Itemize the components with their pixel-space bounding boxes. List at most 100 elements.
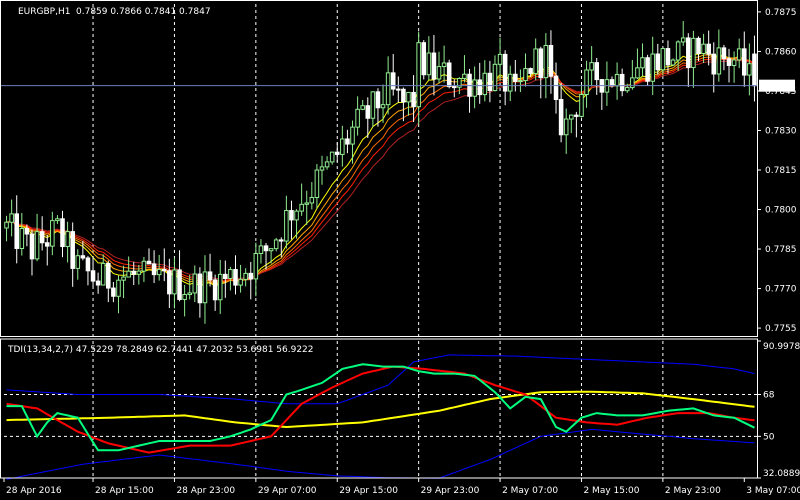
candle-body: [258, 245, 264, 255]
candle-body: [533, 48, 538, 74]
indicator-tick-label: 68: [763, 390, 775, 400]
candle-body: [584, 69, 589, 96]
price-tick-label: 0.7860: [765, 47, 797, 57]
candle-body: [589, 62, 594, 71]
candle-body: [304, 202, 310, 205]
candle-body: [39, 231, 45, 244]
time-tick-label: 28 Apr 23:00: [176, 486, 235, 496]
candle-body: [426, 52, 432, 76]
candle-body: [223, 273, 228, 279]
candle-body: [436, 66, 442, 80]
candle-body: [472, 79, 477, 97]
candle-body: [90, 270, 96, 282]
candle-body: [324, 161, 330, 168]
candle-body: [711, 53, 717, 75]
candle-body: [151, 263, 157, 276]
price-tick-label: 0.7875: [765, 8, 797, 18]
candle-body: [614, 73, 620, 87]
candle-body: [24, 228, 30, 235]
time-tick-label: 2 May 15:00: [583, 486, 639, 496]
candle-body: [136, 270, 142, 275]
candle-body: [477, 79, 482, 96]
candle-body: [747, 63, 752, 76]
price-tick-label: 0.7755: [765, 324, 797, 334]
candle-body: [329, 151, 335, 163]
candle-body: [660, 48, 666, 71]
candle-body: [594, 62, 600, 81]
candle-body: [574, 114, 579, 117]
candle-body: [238, 278, 243, 286]
price-tick-label: 0.7770: [765, 285, 797, 295]
candle-body: [446, 62, 452, 88]
candle-body: [243, 272, 248, 280]
candle-body: [156, 268, 162, 276]
indicator-tick-label: 50: [763, 432, 775, 442]
candle-body: [248, 272, 254, 280]
candle-body: [451, 86, 457, 89]
price-tick-label: 0.7800: [765, 206, 797, 216]
candle-body: [340, 138, 345, 155]
candle-body: [192, 273, 198, 294]
indicator-tick-label: 90.9978: [763, 342, 800, 352]
candle-body: [726, 58, 732, 66]
candle-body: [411, 91, 416, 108]
candle-body: [44, 242, 50, 247]
candle-body: [309, 197, 315, 204]
candle-body: [207, 271, 213, 281]
candle-body: [100, 262, 106, 286]
candle-body: [131, 270, 137, 275]
candle-body: [569, 114, 574, 120]
time-tick-label: 2 May 07:00: [502, 486, 558, 496]
candle-body: [518, 80, 523, 83]
current-price-label: 0.7847: [763, 82, 795, 92]
symbol-label: EURGBP,H1: [18, 7, 70, 17]
price-tick-label: 0.7815: [765, 166, 797, 176]
candle-body: [563, 118, 569, 136]
candle-body: [396, 88, 401, 91]
candle-body: [691, 37, 696, 69]
time-tick-label: 2 May 23:00: [665, 486, 721, 496]
candle-body: [558, 98, 564, 136]
chart-background: [0, 0, 800, 500]
time-tick-label: 29 Apr 07:00: [258, 486, 317, 496]
candle-body: [70, 231, 75, 269]
candle-body: [212, 279, 218, 301]
candle-body: [360, 105, 365, 110]
time-tick-label: 29 Apr 15:00: [339, 486, 398, 496]
candle-body: [279, 239, 284, 242]
candle-body: [370, 91, 376, 119]
candle-body: [126, 270, 131, 278]
candle-body: [177, 269, 182, 300]
candle-body: [14, 213, 20, 249]
candle-body: [355, 108, 360, 128]
candle-body: [721, 47, 727, 60]
time-tick-label: 28 Apr 15:00: [95, 486, 154, 496]
time-tick-label: 3 May 07:00: [746, 486, 800, 496]
candle-body: [736, 48, 742, 61]
candle-body: [289, 210, 294, 221]
time-tick-label: 29 Apr 23:00: [421, 486, 480, 496]
candle-body: [4, 221, 9, 229]
candle-body: [579, 94, 584, 117]
candle-body: [55, 218, 60, 222]
candle-body: [60, 218, 65, 248]
candle-body: [217, 273, 223, 301]
candle-body: [441, 62, 447, 68]
candle-body: [650, 53, 655, 82]
candle-body: [390, 72, 396, 90]
candle-body: [706, 43, 711, 55]
candle-body: [263, 245, 269, 252]
candle-body: [375, 91, 381, 109]
candle-body: [701, 43, 706, 55]
candle-body: [487, 72, 493, 92]
candle-body: [619, 73, 625, 92]
candle-body: [513, 73, 518, 82]
price-tick-label: 0.7785: [765, 245, 797, 255]
candle-body: [182, 294, 187, 300]
time-tick-label: 28 Apr 2016: [6, 486, 62, 496]
candle-body: [268, 248, 274, 252]
candle-body: [752, 53, 757, 87]
candle-body: [314, 169, 320, 199]
candle-body: [75, 255, 81, 269]
candle-body: [121, 276, 126, 281]
